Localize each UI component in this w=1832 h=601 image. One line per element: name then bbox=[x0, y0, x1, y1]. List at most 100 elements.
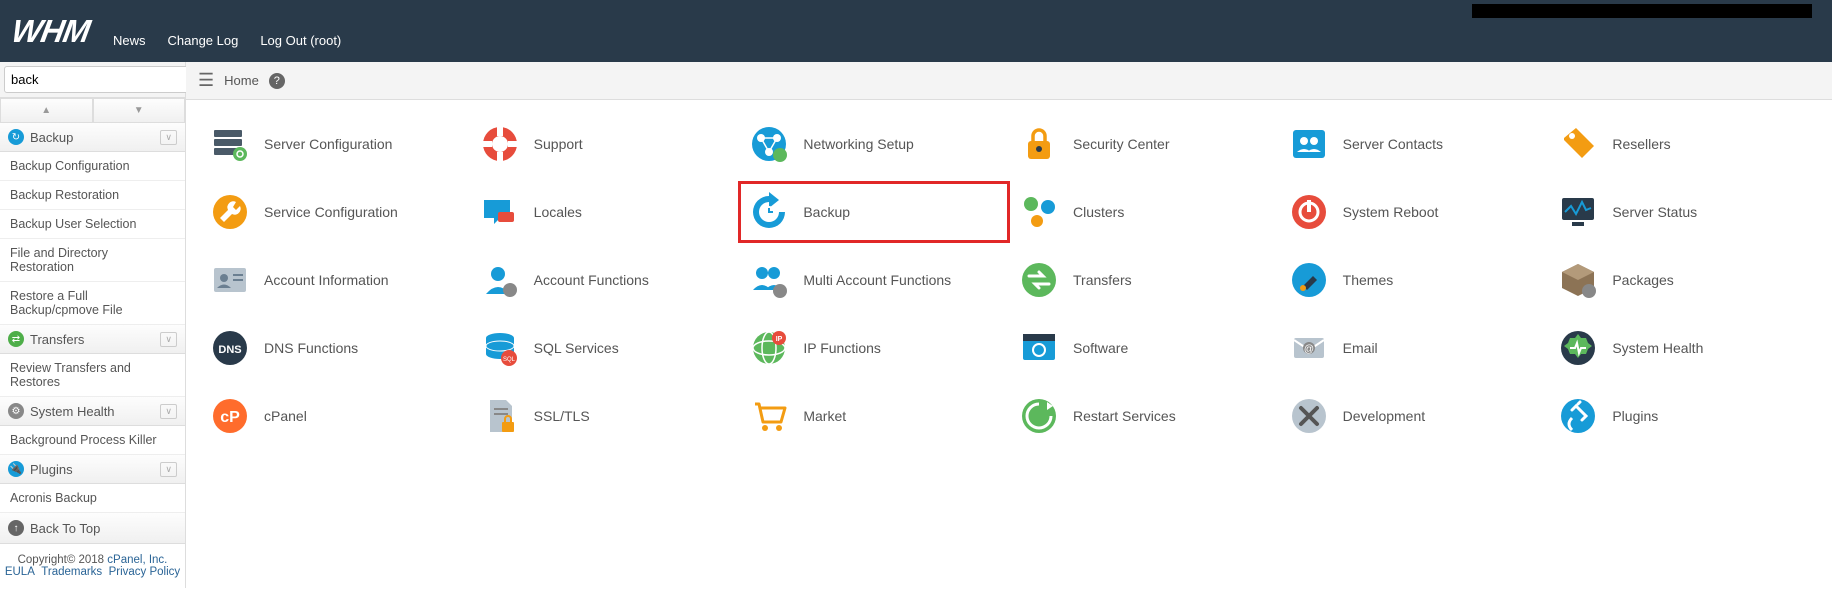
cpanel-link[interactable]: cPanel, Inc. bbox=[107, 554, 167, 566]
tile-transfers[interactable]: Transfers bbox=[1019, 260, 1269, 300]
sidebar-item-bg-process-killer[interactable]: Background Process Killer bbox=[0, 426, 185, 455]
chevron-down-icon: ∨ bbox=[160, 404, 177, 419]
tile-backup[interactable]: Backup bbox=[749, 192, 999, 232]
tile-themes[interactable]: Themes bbox=[1289, 260, 1539, 300]
sidebar-item-review-transfers[interactable]: Review Transfers and Restores bbox=[0, 354, 185, 397]
power-icon bbox=[1289, 192, 1329, 232]
tile-networking-setup[interactable]: Networking Setup bbox=[749, 124, 999, 164]
tile-label: Software bbox=[1073, 340, 1128, 356]
breadcrumb-home[interactable]: Home bbox=[224, 73, 259, 88]
globe-icon: IP bbox=[749, 328, 789, 368]
sidebar-item-backup-configuration[interactable]: Backup Configuration bbox=[0, 152, 185, 181]
tile-ssl-tls[interactable]: SSL/TLS bbox=[480, 396, 730, 436]
tile-label: Clusters bbox=[1073, 204, 1124, 220]
tile-server-status[interactable]: Server Status bbox=[1558, 192, 1808, 232]
sidebar-item-backup-user-selection[interactable]: Backup User Selection bbox=[0, 210, 185, 239]
sidebar-footer: Copyright© 2018 cPanel, Inc. EULA Tradem… bbox=[0, 544, 185, 588]
tools-icon bbox=[1289, 396, 1329, 436]
paint-icon bbox=[1289, 260, 1329, 300]
sidebar: ✕ ▲ ▼ ↻ Backup ∨ Backup Configuration Ba… bbox=[0, 62, 186, 588]
tile-server-contacts[interactable]: Server Contacts bbox=[1289, 124, 1539, 164]
tile-plugins[interactable]: Plugins bbox=[1558, 396, 1808, 436]
tile-security-center[interactable]: Security Center bbox=[1019, 124, 1269, 164]
tile-label: Server Configuration bbox=[264, 136, 392, 152]
back-to-top-label: Back To Top bbox=[30, 521, 100, 536]
svg-text:DNS: DNS bbox=[218, 344, 241, 356]
sidebar-item-restore-full-backup[interactable]: Restore a Full Backup/cpmove File bbox=[0, 282, 185, 325]
tile-sql-services[interactable]: SQL SQL Services bbox=[480, 328, 730, 368]
tile-locales[interactable]: Locales bbox=[480, 192, 730, 232]
help-icon[interactable]: ? bbox=[269, 73, 285, 89]
tile-cpanel[interactable]: cP cPanel bbox=[210, 396, 460, 436]
tile-label: Transfers bbox=[1073, 272, 1132, 288]
email-icon: @ bbox=[1289, 328, 1329, 368]
tile-dns-functions[interactable]: DNS DNS Functions bbox=[210, 328, 460, 368]
privacy-link[interactable]: Privacy Policy bbox=[109, 566, 181, 578]
tile-restart-services[interactable]: Restart Services bbox=[1019, 396, 1269, 436]
tile-label: Server Contacts bbox=[1343, 136, 1443, 152]
sidebar-header-backup[interactable]: ↻ Backup ∨ bbox=[0, 123, 185, 152]
tile-server-configuration[interactable]: Server Configuration bbox=[210, 124, 460, 164]
redacted-bar bbox=[1472, 4, 1812, 18]
collapse-down-button[interactable]: ▼ bbox=[93, 98, 186, 123]
tile-resellers[interactable]: Resellers bbox=[1558, 124, 1808, 164]
tile-label: Packages bbox=[1612, 272, 1673, 288]
sidebar-header-transfers[interactable]: ⇄ Transfers ∨ bbox=[0, 325, 185, 354]
nav-change-log[interactable]: Change Log bbox=[167, 33, 238, 48]
document-lock-icon bbox=[480, 396, 520, 436]
trademarks-link[interactable]: Trademarks bbox=[41, 566, 102, 578]
svg-text:cP: cP bbox=[220, 409, 240, 426]
tile-clusters[interactable]: Clusters bbox=[1019, 192, 1269, 232]
tile-label: System Reboot bbox=[1343, 204, 1439, 220]
tile-multi-account-functions[interactable]: Multi Account Functions bbox=[749, 260, 999, 300]
tile-label: Security Center bbox=[1073, 136, 1169, 152]
tile-label: Multi Account Functions bbox=[803, 272, 951, 288]
tile-label: Account Information bbox=[264, 272, 389, 288]
sidebar-item-backup-restoration[interactable]: Backup Restoration bbox=[0, 181, 185, 210]
main-content: ☰ Home ? Server Configuration Support Ne… bbox=[186, 62, 1832, 588]
database-icon: SQL bbox=[480, 328, 520, 368]
tile-support[interactable]: Support bbox=[480, 124, 730, 164]
tile-software[interactable]: Software bbox=[1019, 328, 1269, 368]
svg-text:SQL: SQL bbox=[503, 357, 516, 363]
tile-account-functions[interactable]: Account Functions bbox=[480, 260, 730, 300]
sidebar-item-acronis-backup[interactable]: Acronis Backup bbox=[0, 484, 185, 513]
tile-label: DNS Functions bbox=[264, 340, 358, 356]
tile-market[interactable]: Market bbox=[749, 396, 999, 436]
tile-ip-functions[interactable]: IP IP Functions bbox=[749, 328, 999, 368]
nav-logout[interactable]: Log Out (root) bbox=[260, 33, 341, 48]
restart-icon bbox=[1019, 396, 1059, 436]
tile-system-reboot[interactable]: System Reboot bbox=[1289, 192, 1539, 232]
tile-email[interactable]: @ Email bbox=[1289, 328, 1539, 368]
users-gear-icon bbox=[749, 260, 789, 300]
tile-development[interactable]: Development bbox=[1289, 396, 1539, 436]
tile-service-configuration[interactable]: Service Configuration bbox=[210, 192, 460, 232]
tile-label: SSL/TLS bbox=[534, 408, 590, 424]
sidebar-header-plugins[interactable]: 🔌 Plugins ∨ bbox=[0, 455, 185, 484]
arrow-up-icon: ↑ bbox=[8, 520, 24, 536]
tile-system-health[interactable]: System Health bbox=[1558, 328, 1808, 368]
sidebar-item-file-directory-restoration[interactable]: File and Directory Restoration bbox=[0, 239, 185, 282]
backup-icon bbox=[749, 192, 789, 232]
nav-news[interactable]: News bbox=[113, 33, 146, 48]
tile-label: Backup bbox=[803, 204, 850, 220]
whm-logo: WHM bbox=[9, 13, 92, 50]
back-to-top-button[interactable]: ↑ Back To Top bbox=[0, 513, 185, 544]
tile-label: Development bbox=[1343, 408, 1426, 424]
tile-account-information[interactable]: Account Information bbox=[210, 260, 460, 300]
plugin-icon bbox=[1558, 396, 1598, 436]
tile-label: Service Configuration bbox=[264, 204, 398, 220]
eula-link[interactable]: EULA bbox=[5, 566, 35, 578]
transfer-icon bbox=[1019, 260, 1059, 300]
collapse-up-button[interactable]: ▲ bbox=[0, 98, 93, 123]
sidebar-header-system-health[interactable]: ⚙ System Health ∨ bbox=[0, 397, 185, 426]
tile-label: cPanel bbox=[264, 408, 307, 424]
top-nav: News Change Log Log Out (root) bbox=[113, 33, 341, 48]
cpanel-icon: cP bbox=[210, 396, 250, 436]
tag-icon bbox=[1558, 124, 1598, 164]
sidebar-toggle-icon[interactable]: ☰ bbox=[198, 70, 214, 91]
wrench-icon bbox=[210, 192, 250, 232]
search-input[interactable] bbox=[4, 66, 194, 93]
tile-label: Email bbox=[1343, 340, 1378, 356]
tile-packages[interactable]: Packages bbox=[1558, 260, 1808, 300]
